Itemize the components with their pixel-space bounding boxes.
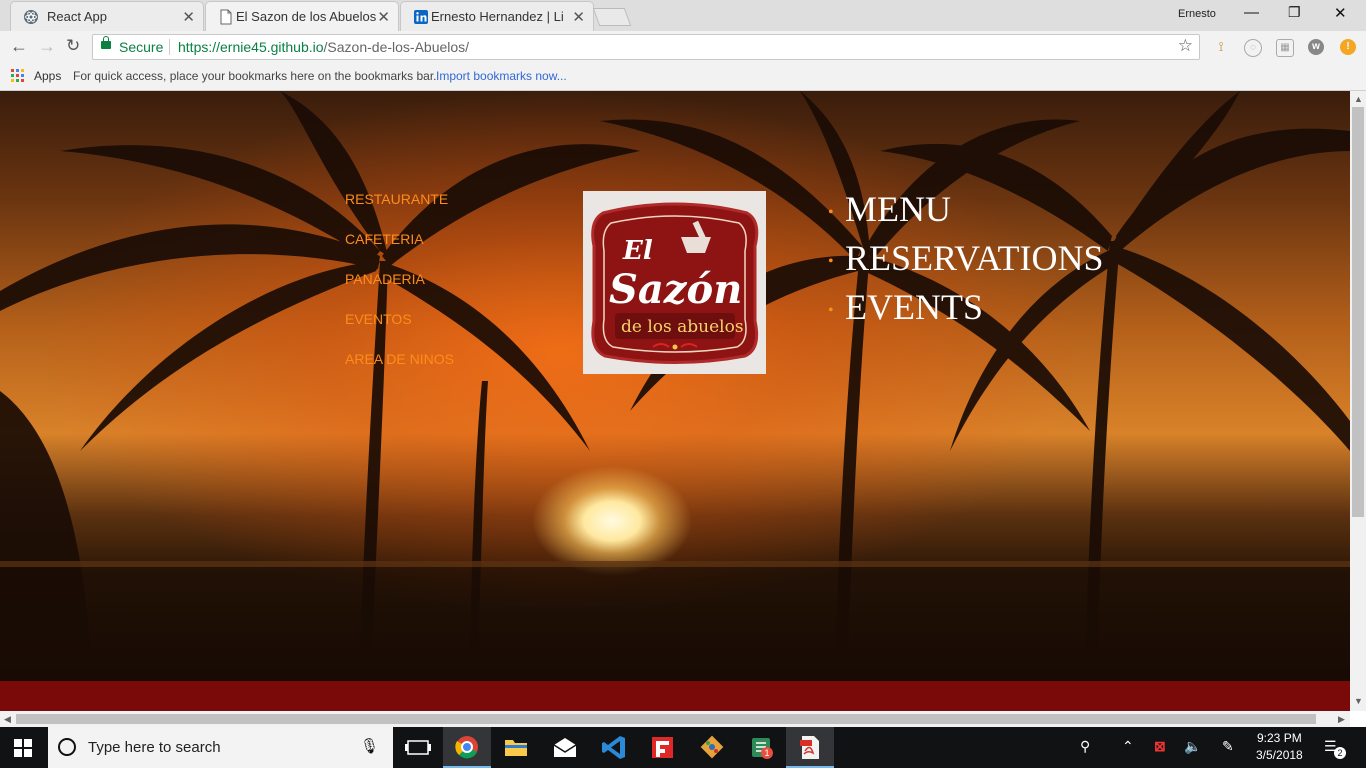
- scroll-down-icon[interactable]: ▼: [1354, 696, 1363, 706]
- close-tab-icon[interactable]: ✕: [572, 8, 585, 26]
- right-nav: • MENU • RESERVATIONS • EVENTS: [828, 189, 1104, 336]
- search-placeholder: Type here to search: [88, 739, 221, 756]
- bookmarks-bar: Apps For quick access, place your bookma…: [0, 64, 1366, 91]
- mail-icon[interactable]: [541, 727, 589, 768]
- nav-menu-item[interactable]: • MENU: [828, 189, 1104, 238]
- nav-area-de-ninos[interactable]: AREA DE NINOS: [345, 351, 454, 391]
- profile-name[interactable]: Ernesto: [1178, 8, 1216, 20]
- scroll-up-icon[interactable]: ▲: [1354, 94, 1363, 104]
- cortana-icon: [58, 738, 76, 756]
- restaurant-logo[interactable]: El Sazón de los abuelos: [583, 191, 766, 374]
- restore-icon[interactable]: ❐: [1288, 4, 1301, 21]
- show-hidden-icons-icon[interactable]: ⌃: [1122, 738, 1134, 755]
- browser-toolbar: ← → ↻ Secure https://ernie45.github.io/S…: [0, 31, 1366, 64]
- sticky-app-icon[interactable]: 1: [737, 727, 785, 768]
- system-clock[interactable]: 9:23 PM 3/5/2018: [1256, 730, 1303, 764]
- flipboard-icon[interactable]: [639, 727, 687, 768]
- extension-icon[interactable]: ◌: [1244, 39, 1262, 57]
- logo-line-1: El: [622, 236, 653, 266]
- tab-title: Ernesto Hernandez | Link: [431, 9, 563, 24]
- tab-title: React App: [47, 9, 107, 24]
- left-nav: RESTAURANTE CAFETERIA PANADERIA EVENTOS …: [345, 191, 454, 391]
- logo-line-3: de los abuelos: [621, 317, 744, 337]
- chrome-icon[interactable]: [443, 727, 491, 768]
- minimize-icon[interactable]: —: [1244, 4, 1259, 21]
- hero-background: [0, 91, 1350, 681]
- import-bookmarks-link[interactable]: Import bookmarks now...: [436, 69, 567, 83]
- apps-label[interactable]: Apps: [34, 69, 61, 83]
- logo-line-2: Sazón: [609, 266, 742, 313]
- bullet-icon: •: [828, 253, 834, 270]
- react-icon: [24, 10, 38, 24]
- bookmark-star-icon[interactable]: ☆: [1178, 36, 1193, 56]
- security-label: Secure: [119, 39, 164, 55]
- bullet-icon: •: [828, 302, 834, 319]
- vscode-icon[interactable]: [590, 727, 638, 768]
- menu-alert-icon[interactable]: !: [1340, 39, 1356, 55]
- tab-sazon[interactable]: El Sazon de los Abuelos ✕: [205, 1, 399, 31]
- extension-icon[interactable]: ▦: [1276, 39, 1294, 57]
- scroll-right-icon[interactable]: ▶: [1338, 714, 1345, 725]
- clock-time: 9:23 PM: [1257, 731, 1302, 745]
- scroll-thumb[interactable]: [16, 714, 1316, 724]
- logo-badge: El Sazón de los abuelos: [591, 202, 759, 364]
- windows-taskbar: Type here to search 🎙 1 ⚲ ⌃ ⊠ 🔈 ✎ 9:23 P…: [0, 727, 1366, 768]
- nav-reservations-item[interactable]: • RESERVATIONS: [828, 238, 1104, 287]
- tab-linkedin[interactable]: Ernesto Hernandez | Link ✕: [400, 1, 594, 31]
- nav-eventos[interactable]: EVENTOS: [345, 311, 454, 351]
- taskbar-search[interactable]: Type here to search 🎙: [48, 727, 393, 768]
- pdf-icon[interactable]: [786, 727, 834, 768]
- palm-trees-silhouette: [0, 91, 1350, 681]
- git-icon[interactable]: [688, 727, 736, 768]
- page-viewport: RESTAURANTE CAFETERIA PANADERIA EVENTOS …: [0, 91, 1350, 711]
- nav-menu-label: MENU: [845, 189, 951, 229]
- url-path: /Sazon-de-los-Abuelos/: [323, 39, 470, 55]
- volume-icon[interactable]: 🔈: [1184, 738, 1201, 755]
- notification-count: 2: [1334, 747, 1346, 759]
- divider: [169, 39, 170, 55]
- microphone-icon[interactable]: 🎙: [360, 737, 379, 755]
- app-badge: 1: [761, 747, 773, 759]
- nav-events-item[interactable]: • EVENTS: [828, 287, 1104, 336]
- extension-icon[interactable]: ⟟: [1213, 39, 1229, 55]
- people-icon[interactable]: ⚲: [1080, 738, 1090, 755]
- nav-cafeteria[interactable]: CAFETERIA: [345, 231, 454, 271]
- url-text[interactable]: https://ernie45.github.io/Sazon-de-los-A…: [178, 39, 469, 55]
- apps-icon[interactable]: [11, 69, 24, 82]
- scroll-left-icon[interactable]: ◀: [4, 714, 11, 725]
- bookmarks-hint: For quick access, place your bookmarks h…: [73, 69, 437, 83]
- bullet-icon: •: [828, 204, 834, 221]
- close-window-icon[interactable]: ✕: [1334, 4, 1347, 22]
- page-icon: [220, 9, 232, 25]
- linkedin-icon: [414, 10, 428, 24]
- windows-start-icon[interactable]: [14, 739, 32, 757]
- file-explorer-icon[interactable]: [492, 727, 540, 768]
- nav-events-label: EVENTS: [845, 287, 983, 327]
- tab-react-app[interactable]: React App ✕: [10, 1, 204, 31]
- extension-w-icon[interactable]: w: [1308, 39, 1324, 55]
- pen-workspace-icon[interactable]: ✎: [1222, 738, 1234, 755]
- horizontal-scrollbar[interactable]: ◀ ▶: [0, 711, 1350, 727]
- task-view-icon[interactable]: [394, 727, 442, 768]
- acrobat-tray-icon[interactable]: ⊠: [1154, 738, 1166, 755]
- new-tab-button[interactable]: [592, 8, 632, 26]
- tab-title: El Sazon de los Abuelos: [236, 9, 376, 24]
- address-bar[interactable]: Secure https://ernie45.github.io/Sazon-d…: [92, 34, 1200, 60]
- browser-tab-strip: React App ✕ El Sazon de los Abuelos ✕ Er…: [0, 0, 1366, 31]
- forward-arrow-icon[interactable]: →: [38, 36, 56, 57]
- close-tab-icon[interactable]: ✕: [182, 8, 195, 26]
- clock-date: 3/5/2018: [1256, 748, 1303, 762]
- nav-restaurante[interactable]: RESTAURANTE: [345, 191, 454, 231]
- reload-icon[interactable]: ↻: [66, 36, 80, 56]
- nav-reservations-label: RESERVATIONS: [845, 238, 1104, 278]
- lock-icon: [101, 36, 111, 49]
- back-arrow-icon[interactable]: ←: [10, 36, 28, 57]
- nav-panaderia[interactable]: PANADERIA: [345, 271, 454, 311]
- scroll-thumb[interactable]: [1352, 107, 1364, 517]
- close-tab-icon[interactable]: ✕: [377, 8, 390, 26]
- vertical-scrollbar[interactable]: ▲ ▼: [1350, 91, 1366, 711]
- footer-band: [0, 681, 1350, 711]
- url-host: https://ernie45.github.io: [178, 39, 324, 55]
